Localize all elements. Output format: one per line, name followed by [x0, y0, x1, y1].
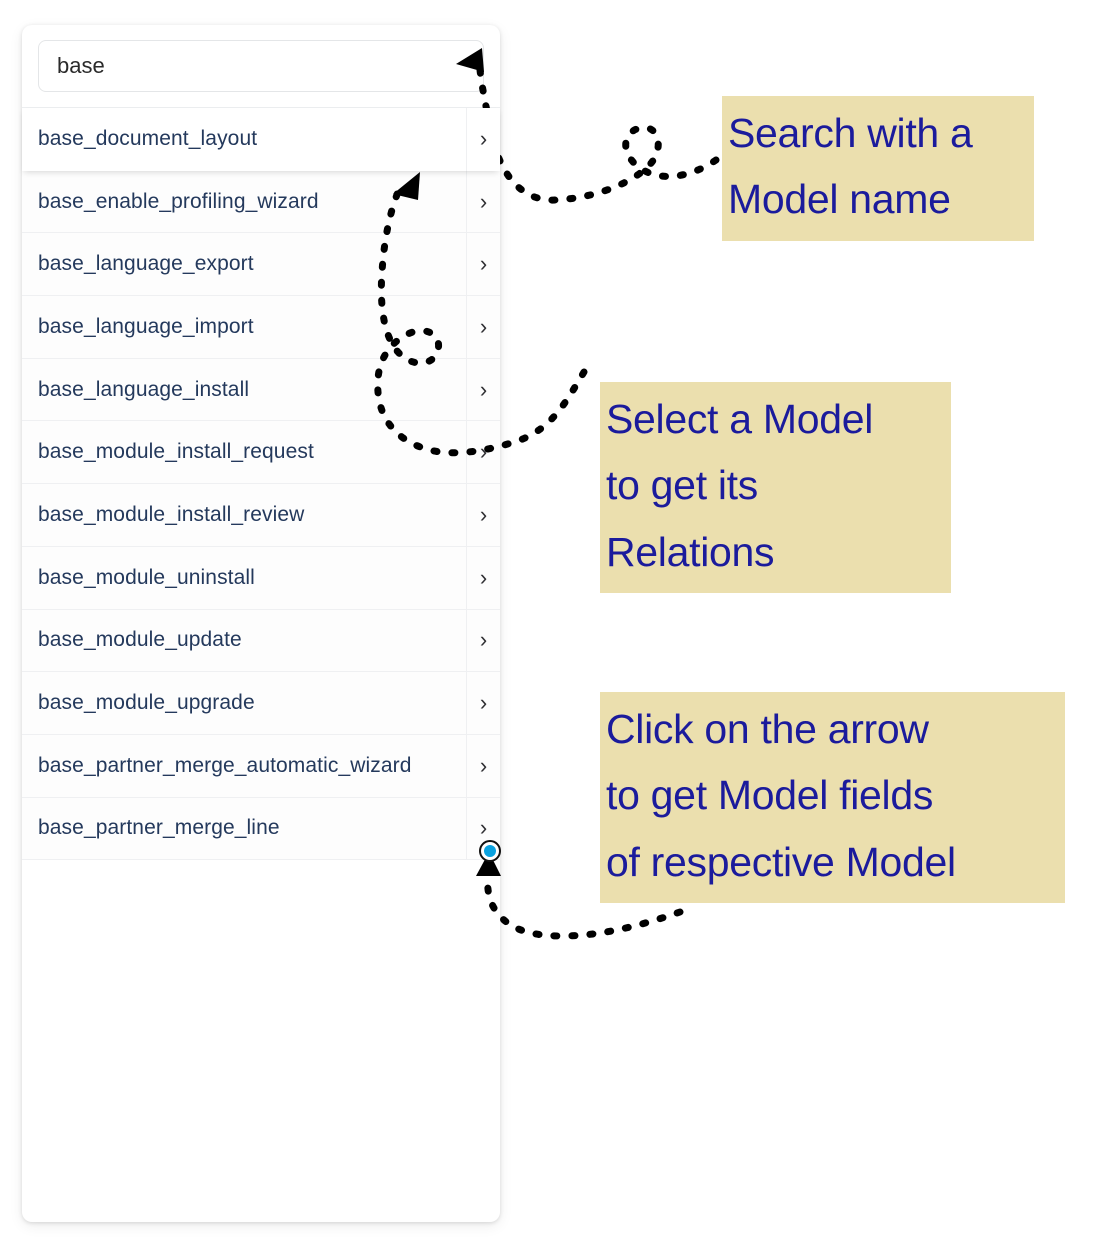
expand-fields-button[interactable]: ›: [466, 609, 500, 672]
expand-fields-button[interactable]: ›: [466, 233, 500, 296]
model-list-row-label: base_module_update: [38, 628, 242, 652]
model-results-list: base_document_layout › base_enable_profili…: [22, 107, 500, 861]
model-list-row-label: base_document_layout: [38, 127, 258, 151]
model-list-row-label: base_partner_merge_line: [38, 816, 280, 840]
model-list-row[interactable]: base_module_uninstall ›: [22, 546, 500, 610]
model-list-row-label: base_partner_merge_automatic_wizard: [38, 753, 412, 777]
model-list-row[interactable]: base_partner_merge_automatic_wizard ›: [22, 734, 500, 798]
model-list-row-label: base_module_uninstall: [38, 565, 255, 589]
chevron-right-icon: ›: [479, 313, 488, 339]
chevron-right-icon: ›: [479, 815, 488, 841]
expand-fields-button[interactable]: ›: [466, 296, 500, 358]
expand-fields-button[interactable]: ›: [466, 672, 500, 734]
model-list-row[interactable]: base_module_update ›: [22, 609, 500, 673]
model-list-row[interactable]: base_language_install ›: [22, 358, 500, 422]
search-field-container: [22, 25, 500, 106]
model-list-row[interactable]: base_language_import ›: [22, 296, 500, 359]
chevron-right-icon: ›: [479, 564, 488, 590]
chevron-right-icon: ›: [479, 501, 488, 527]
expand-fields-button[interactable]: ›: [466, 734, 500, 797]
model-list-row[interactable]: base_module_install_review ›: [22, 484, 500, 547]
chevron-right-icon: ›: [479, 126, 488, 152]
model-list-row[interactable]: base_module_install_request ›: [22, 421, 500, 485]
model-list-row[interactable]: base_document_layout ›: [22, 108, 500, 171]
chevron-right-icon: ›: [479, 376, 488, 402]
expand-fields-button[interactable]: ›: [466, 170, 500, 233]
model-list-row-label: base_module_upgrade: [38, 691, 255, 715]
model-list-row[interactable]: base_language_export ›: [22, 233, 500, 297]
callout-select-a-model: Select a Model to get its Relations: [600, 382, 951, 594]
chevron-right-icon: ›: [479, 752, 488, 778]
model-list-row-label: base_enable_profiling_wizard: [38, 189, 319, 213]
model-list-row[interactable]: base_partner_merge_line ›: [22, 797, 500, 861]
click-point-marker-chevron: [479, 840, 501, 862]
chevron-right-icon: ›: [479, 439, 488, 465]
callout-click-arrow-for-fields: Click on the arrow to get Model fields o…: [600, 692, 1065, 904]
model-list-row-label: base_language_import: [38, 314, 254, 338]
chevron-right-icon: ›: [479, 627, 488, 653]
model-list-row-label: base_language_install: [38, 377, 250, 401]
expand-fields-button[interactable]: ›: [466, 358, 500, 421]
expand-fields-button[interactable]: ›: [466, 108, 500, 171]
chevron-right-icon: ›: [479, 690, 488, 716]
expand-fields-button[interactable]: ›: [466, 421, 500, 484]
model-list-row-label: base_module_install_review: [38, 502, 305, 526]
chevron-right-icon: ›: [479, 251, 488, 277]
model-list-row-label: base_module_install_request: [38, 440, 314, 464]
model-list-row-label: base_language_export: [38, 252, 254, 276]
model-list-row[interactable]: base_enable_profiling_wizard ›: [22, 170, 500, 234]
model-list-row[interactable]: base_module_upgrade ›: [22, 672, 500, 735]
callout-search-with-model-name: Search with a Model name: [722, 96, 1034, 241]
chevron-right-icon: ›: [479, 188, 488, 214]
model-search-dropdown-panel: base_document_layout›base_enable_profili…: [22, 25, 500, 1222]
expand-fields-button[interactable]: ›: [466, 546, 500, 609]
expand-fields-button[interactable]: ›: [466, 484, 500, 546]
search-input[interactable]: [38, 40, 484, 92]
